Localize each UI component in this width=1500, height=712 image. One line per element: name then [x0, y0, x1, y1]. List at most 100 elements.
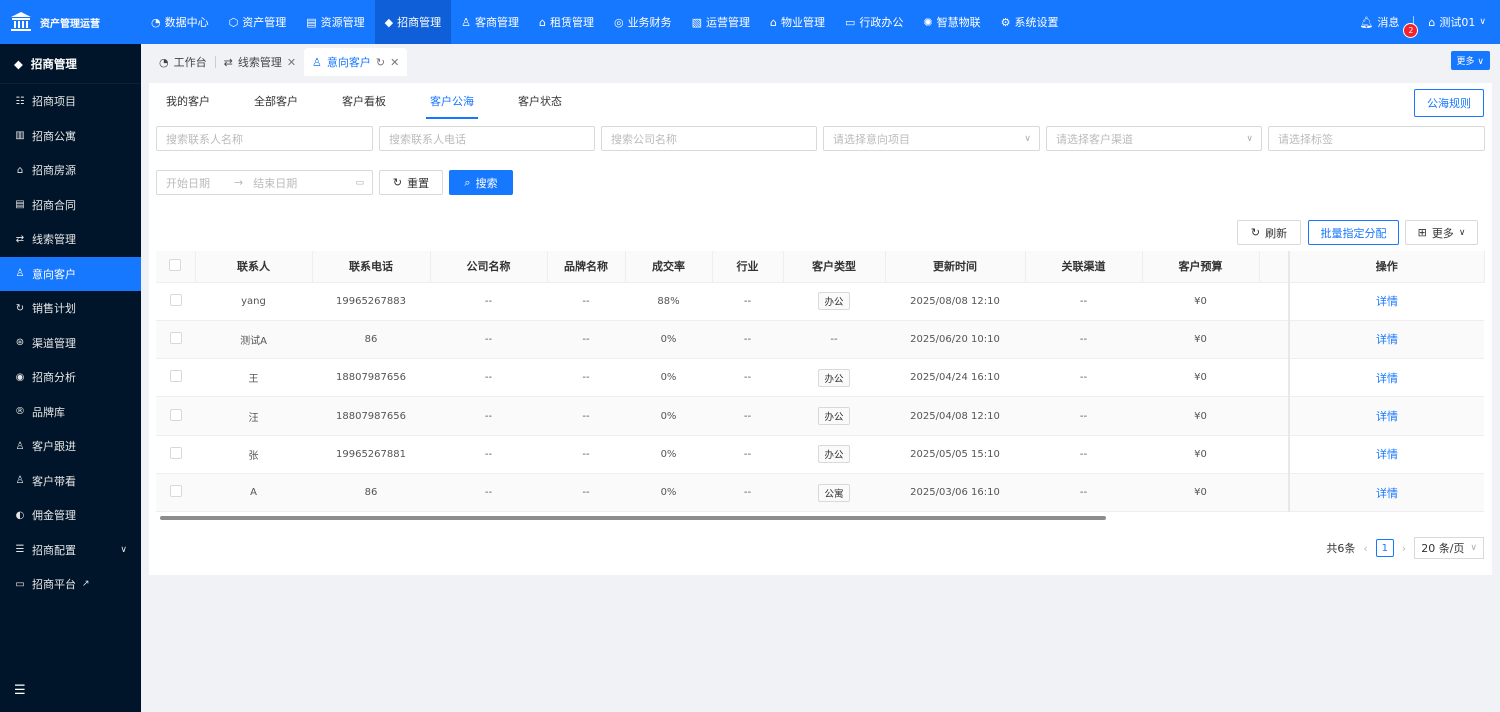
- sidebar-item-config[interactable]: ☰ 招商配置 ∨: [0, 533, 141, 568]
- project-select[interactable]: 请选择意向项目 ∨: [823, 126, 1040, 151]
- topnav-resource-mgmt[interactable]: ▤ 资源管理: [296, 0, 374, 44]
- leads-icon: ⇄: [223, 55, 233, 69]
- detail-link[interactable]: 详情: [1376, 448, 1398, 461]
- subtab-customer-status[interactable]: 客户状态: [508, 83, 572, 119]
- spacer-cell: [1259, 435, 1289, 474]
- sidebar-item-contracts[interactable]: ▤ 招商合同: [0, 188, 141, 223]
- sidebar-item-projects[interactable]: ☷ 招商项目: [0, 84, 141, 119]
- reset-button[interactable]: ↻ 重置: [379, 170, 443, 195]
- collapse-sidebar-icon[interactable]: ☰: [14, 683, 26, 698]
- reload-icon[interactable]: ↻: [376, 56, 385, 69]
- table-row[interactable]: 张 19965267881 -- -- 0% -- 办公 2025/05/05 15:10 --…: [156, 435, 1484, 474]
- messages-button[interactable]: 🔔︎ 消息 2: [1359, 14, 1419, 38]
- prev-page-icon[interactable]: ‹: [1363, 542, 1367, 555]
- sidebar-item-sales-plan[interactable]: ↻ 销售计划: [0, 291, 141, 326]
- user-menu[interactable]: ⌂ 测试01 ∨: [1428, 14, 1486, 30]
- detail-link[interactable]: 详情: [1376, 295, 1398, 308]
- topnav-investment-mgmt[interactable]: ◆ 招商管理: [374, 0, 452, 44]
- sidebar-item-analysis[interactable]: ◉ 招商分析: [0, 360, 141, 395]
- topnav-data-center[interactable]: ◔ 数据中心: [141, 0, 219, 44]
- close-icon[interactable]: ✕: [390, 56, 399, 69]
- topnav-finance[interactable]: ◎ 业务财务: [604, 0, 682, 44]
- row-checkbox[interactable]: [169, 485, 182, 498]
- table-more-button[interactable]: ⊞ 更多 ∨: [1405, 220, 1478, 245]
- contact-phone-input[interactable]: 搜索联系人电话: [379, 126, 595, 151]
- row-checkbox[interactable]: [169, 370, 182, 383]
- batch-assign-button[interactable]: 批量指定分配: [1308, 220, 1399, 245]
- page-size-select[interactable]: 20 条/页 ∨: [1414, 537, 1484, 559]
- tab-leads[interactable]: ⇄ 线索管理 ✕: [216, 48, 304, 76]
- detail-link[interactable]: 详情: [1376, 333, 1398, 346]
- cell-brand: --: [547, 282, 625, 321]
- start-date: 开始日期: [166, 176, 210, 190]
- detail-link[interactable]: 详情: [1376, 487, 1398, 500]
- pool-rules-button[interactable]: 公海规则: [1414, 89, 1484, 117]
- refresh-button[interactable]: ↻ 刷新: [1237, 220, 1301, 245]
- row-checkbox[interactable]: [169, 331, 182, 344]
- table-row[interactable]: A 86 -- -- 0% -- 公寓 2025/03/06 16:10 -- ¥0 详情: [156, 473, 1484, 513]
- row-checkbox[interactable]: [169, 293, 182, 306]
- company-input[interactable]: 搜索公司名称: [601, 126, 817, 151]
- topnav-property-mgmt[interactable]: ⌂ 物业管理: [760, 0, 835, 44]
- cell-company: --: [430, 320, 547, 360]
- sidebar-item-apartments[interactable]: ▥ 招商公寓: [0, 119, 141, 154]
- subtab-customer-pool[interactable]: 客户公海: [420, 83, 484, 119]
- select-all-checkbox[interactable]: [169, 258, 182, 271]
- next-page-icon[interactable]: ›: [1402, 542, 1406, 555]
- sidebar-item-brands[interactable]: ® 品牌库: [0, 395, 141, 430]
- detail-link[interactable]: 详情: [1376, 372, 1398, 385]
- row-checkbox[interactable]: [169, 446, 182, 459]
- date-range-picker[interactable]: 开始日期 → 结束日期 ▭: [156, 170, 373, 195]
- spacer-header: [1259, 251, 1290, 283]
- sidebar-item-channels[interactable]: ⊛ 渠道管理: [0, 326, 141, 361]
- topnav-merchant-mgmt[interactable]: ♙ 客商管理: [451, 0, 529, 44]
- tabs-more-button[interactable]: 更多 ∨: [1450, 51, 1490, 70]
- sidebar-item-commission[interactable]: ◐ 佣金管理: [0, 498, 141, 533]
- app-title: 资产管理运营: [40, 18, 100, 30]
- cell-action: 详情: [1288, 435, 1484, 474]
- topnav-iot[interactable]: ✺ 智慧物联: [913, 0, 990, 44]
- channel-select[interactable]: 请选择客户渠道 ∨: [1046, 126, 1262, 151]
- horizontal-scrollbar[interactable]: [160, 516, 1106, 520]
- channels-icon: ⊛: [15, 337, 25, 349]
- brands-icon: ®: [15, 406, 25, 418]
- topnav-operations[interactable]: ▧ 运营管理: [682, 0, 760, 44]
- subtab-my-customers[interactable]: 我的客户: [156, 83, 220, 119]
- topnav-admin-office[interactable]: ▭ 行政办公: [835, 0, 913, 44]
- current-page[interactable]: 1: [1375, 539, 1394, 557]
- subtab-customer-board[interactable]: 客户看板: [332, 83, 396, 119]
- sidebar-item-leads[interactable]: ⇄ 线索管理: [0, 222, 141, 257]
- cell-budget: ¥0: [1142, 358, 1259, 398]
- app-logo[interactable]: 资产管理运营: [0, 0, 141, 44]
- tag-select[interactable]: 请选择标签: [1268, 126, 1485, 151]
- topnav-asset-mgmt[interactable]: ⬡ 资产管理: [219, 0, 297, 44]
- topnav-system-settings[interactable]: ⚙ 系统设置: [991, 0, 1069, 44]
- cell-updated: 2025/04/24 16:10: [885, 358, 1025, 398]
- sidebar-item-rooms[interactable]: ⌂ 招商房源: [0, 153, 141, 188]
- sidebar-item-followup[interactable]: ♙ 客户跟进: [0, 429, 141, 464]
- refresh-label: 刷新: [1265, 226, 1288, 240]
- cell-action: 详情: [1288, 320, 1484, 360]
- column-header: 行业: [712, 251, 784, 283]
- sidebar-item-platform[interactable]: ▭ 招商平台 ↗: [0, 567, 141, 602]
- table-row[interactable]: 测试A 86 -- -- 0% -- -- 2025/06/20 10:10 -- ¥0 详情: [156, 320, 1484, 360]
- topnav-lease-mgmt[interactable]: ⌂ 租赁管理: [529, 0, 604, 44]
- tab-intent-customers[interactable]: ♙ 意向客户 ↻ ✕: [304, 48, 408, 76]
- detail-link[interactable]: 详情: [1376, 410, 1398, 423]
- subtab-all-customers[interactable]: 全部客户: [244, 83, 308, 119]
- select-all-cell: [156, 251, 196, 283]
- search-button[interactable]: ⌕ 搜索: [449, 170, 513, 195]
- visits-icon: ♙: [15, 475, 25, 487]
- row-checkbox[interactable]: [169, 408, 182, 421]
- table-row[interactable]: 王 18807987656 -- -- 0% -- 办公 2025/04/24 16:10 --…: [156, 358, 1484, 398]
- cell-industry: --: [712, 358, 783, 398]
- sidebar-item-visits[interactable]: ♙ 客户带看: [0, 464, 141, 499]
- contact-name-input[interactable]: 搜索联系人名称: [156, 126, 373, 151]
- sidebar-item-intent-customers[interactable]: ♙ 意向客户: [0, 256, 141, 291]
- cell-phone: 86: [312, 473, 430, 513]
- table-row[interactable]: yang 19965267883 -- -- 88% -- 办公 2025/08/08 12:…: [156, 282, 1484, 321]
- column-header: 品牌名称: [547, 251, 626, 283]
- tab-workbench[interactable]: ◔ 工作台: [151, 48, 215, 76]
- table-row[interactable]: 汪 18807987656 -- -- 0% -- 办公 2025/04/08 12:10 --…: [156, 396, 1484, 436]
- close-icon[interactable]: ✕: [287, 56, 296, 69]
